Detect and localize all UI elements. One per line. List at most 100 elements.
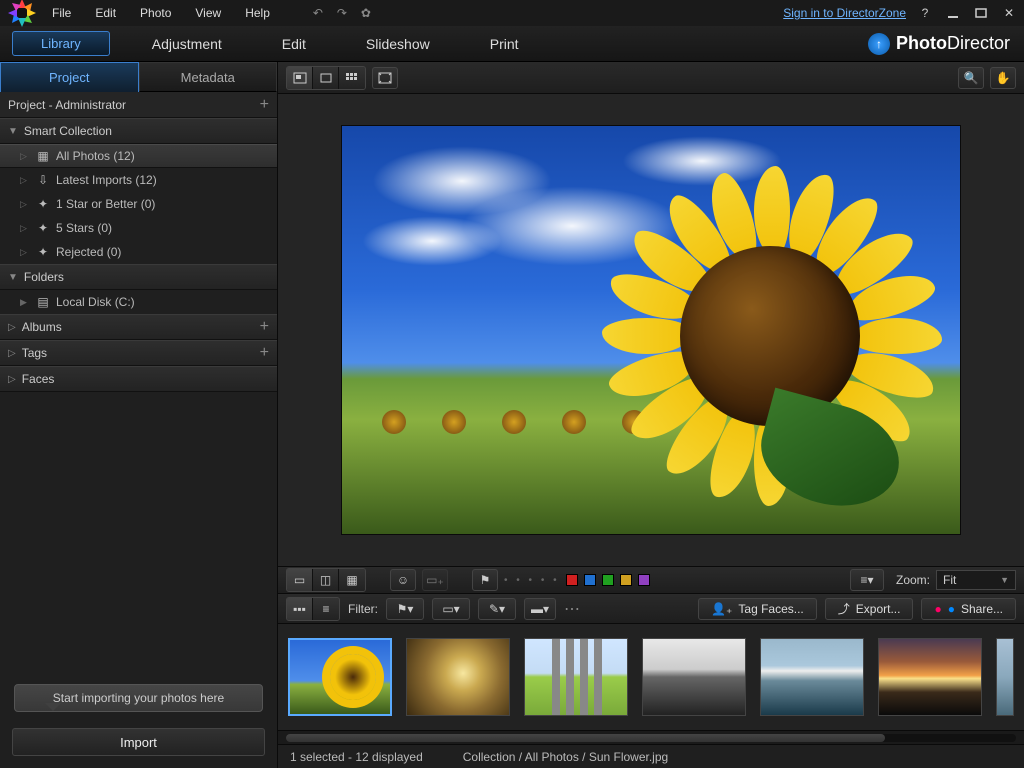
sidebar-tab-project[interactable]: Project: [0, 62, 139, 92]
status-bar: 1 selected - 12 displayed Collection / A…: [278, 744, 1024, 768]
tab-print[interactable]: Print: [460, 28, 549, 60]
tree-item-5stars[interactable]: ▷ ✦ 5 Stars (0): [0, 216, 277, 240]
color-label-red[interactable]: [566, 574, 578, 586]
pan-tool-button[interactable]: ✋: [990, 67, 1016, 89]
tree-item-local-disk[interactable]: ▶ ▤ Local Disk (C:): [0, 290, 277, 314]
brand-text-b: Director: [947, 33, 1010, 53]
section-faces[interactable]: ▷ Faces: [0, 366, 277, 392]
tab-edit[interactable]: Edit: [252, 28, 336, 60]
share-button[interactable]: ●●Share...: [921, 598, 1016, 620]
content-area: 🔍 ✋ ▭ ◫ ▦: [278, 62, 1024, 768]
more-filters-icon[interactable]: ⋯: [564, 599, 580, 619]
thumbnail-7[interactable]: [996, 638, 1014, 716]
import-icon: ⇩: [36, 173, 50, 187]
thumb-size-small-button[interactable]: ▪▪▪: [287, 598, 313, 620]
filter-toolbar: ▪▪▪ ≡ Filter: ⚑▾ ▭▾ ✎▾ ▬▾ ⋯ 👤₊Tag Faces.…: [278, 594, 1024, 624]
settings-icon[interactable]: ✿: [356, 3, 376, 23]
color-label-green[interactable]: [602, 574, 614, 586]
fullscreen-button[interactable]: [372, 67, 398, 89]
export-button[interactable]: ⤴Export...: [825, 598, 914, 620]
menu-file[interactable]: File: [42, 4, 81, 22]
thumbnail-2[interactable]: [406, 638, 510, 716]
add-overlay-button[interactable]: ▭₊: [422, 569, 448, 591]
thumbnail-6[interactable]: [878, 638, 982, 716]
grid-icon: ▦: [36, 149, 50, 163]
main-tab-bar: Library Adjustment Edit Slideshow Print …: [0, 26, 1024, 62]
tree-item-latest-imports[interactable]: ▷ ⇩ Latest Imports (12): [0, 168, 277, 192]
layout-grid-button[interactable]: ▦: [339, 569, 365, 591]
layout-split-button[interactable]: ◫: [313, 569, 339, 591]
lower-toolbar: ▭ ◫ ▦ ☺ ▭₊ ⚑ • • • • • ≡▾ Zoom: Fit ▼: [278, 566, 1024, 594]
close-button[interactable]: ✕: [1000, 6, 1018, 20]
filter-rating-button[interactable]: ✎▾: [478, 598, 516, 620]
thumbnail-1[interactable]: [288, 638, 392, 716]
section-label: Tags: [22, 346, 47, 360]
zoom-tool-button[interactable]: 🔍: [958, 67, 984, 89]
thumbnail-3[interactable]: [524, 638, 628, 716]
add-album-icon[interactable]: +: [260, 318, 269, 336]
tree-item-rejected[interactable]: ▷ ✦ Rejected (0): [0, 240, 277, 264]
sidebar-tab-metadata[interactable]: Metadata: [139, 62, 278, 92]
menu-view[interactable]: View: [185, 4, 231, 22]
filter-label-button[interactable]: ▭▾: [432, 598, 470, 620]
filter-flag-button[interactable]: ⚑▾: [386, 598, 424, 620]
section-albums[interactable]: ▷ Albums +: [0, 314, 277, 340]
color-label-blue[interactable]: [584, 574, 596, 586]
thumbnail-4[interactable]: [642, 638, 746, 716]
menu-photo[interactable]: Photo: [130, 4, 181, 22]
tree-item-label: Rejected (0): [56, 245, 121, 259]
btn-label: Export...: [856, 602, 901, 616]
thumbnail-5[interactable]: [760, 638, 864, 716]
tab-slideshow[interactable]: Slideshow: [336, 28, 460, 60]
btn-label: Share...: [961, 602, 1003, 616]
add-project-icon[interactable]: +: [260, 96, 269, 114]
section-label: Albums: [22, 320, 62, 334]
expand-icon: ▷: [20, 151, 30, 162]
minimize-button[interactable]: [944, 6, 962, 20]
layout-single-button[interactable]: ▭: [287, 569, 313, 591]
sidebar: Project Metadata Project - Administrator…: [0, 62, 278, 768]
tab-library[interactable]: Library: [12, 31, 110, 56]
maximize-button[interactable]: [972, 6, 990, 20]
tree-item-label: Latest Imports (12): [56, 173, 157, 187]
import-button[interactable]: Import: [12, 728, 265, 756]
menu-edit[interactable]: Edit: [85, 4, 126, 22]
tag-faces-button[interactable]: 👤₊Tag Faces...: [698, 598, 817, 620]
color-label-yellow[interactable]: [620, 574, 632, 586]
help-icon[interactable]: ?: [916, 6, 934, 20]
thumb-size-large-button[interactable]: ≡: [313, 598, 339, 620]
brand-text-a: Photo: [896, 33, 947, 53]
view-loupe-button[interactable]: [287, 67, 313, 89]
signin-link[interactable]: Sign in to DirectorZone: [783, 6, 906, 20]
person-add-icon: 👤₊: [711, 602, 732, 616]
add-tag-icon[interactable]: +: [260, 344, 269, 362]
color-label-purple[interactable]: [638, 574, 650, 586]
rating-stars[interactable]: • • • • •: [504, 575, 560, 586]
tab-adjustment[interactable]: Adjustment: [122, 28, 252, 60]
tree-item-1star[interactable]: ▷ ✦ 1 Star or Better (0): [0, 192, 277, 216]
filmstrip-scrollbar[interactable]: [278, 730, 1024, 744]
zoom-select[interactable]: Fit ▼: [936, 570, 1016, 590]
brand-upload-icon: ↑: [868, 33, 890, 55]
expand-icon: ▷: [20, 247, 30, 258]
chevron-right-icon: ▷: [8, 322, 16, 333]
tree-item-all-photos[interactable]: ▷ ▦ All Photos (12): [0, 144, 277, 168]
face-overlay-button[interactable]: ☺: [390, 569, 416, 591]
chevron-down-icon: ▼: [1000, 575, 1009, 585]
section-folders[interactable]: ▼ Folders: [0, 264, 277, 290]
project-header-label: Project - Administrator: [8, 98, 126, 112]
menu-help[interactable]: Help: [235, 4, 280, 22]
undo-icon[interactable]: ↶: [308, 3, 328, 23]
star-wand-icon: ✦: [36, 221, 50, 235]
section-smart-collection[interactable]: ▼ Smart Collection: [0, 118, 277, 144]
flag-button[interactable]: ⚑: [472, 569, 498, 591]
preview-image[interactable]: [341, 125, 961, 535]
view-single-button[interactable]: [313, 67, 339, 89]
section-label: Folders: [24, 270, 64, 284]
redo-icon[interactable]: ↷: [332, 3, 352, 23]
view-grid-button[interactable]: [339, 67, 365, 89]
filter-stack-button[interactable]: ▬▾: [524, 598, 556, 620]
section-tags[interactable]: ▷ Tags +: [0, 340, 277, 366]
filter-label: Filter:: [348, 602, 378, 616]
sort-button[interactable]: ≡▾: [850, 569, 884, 591]
